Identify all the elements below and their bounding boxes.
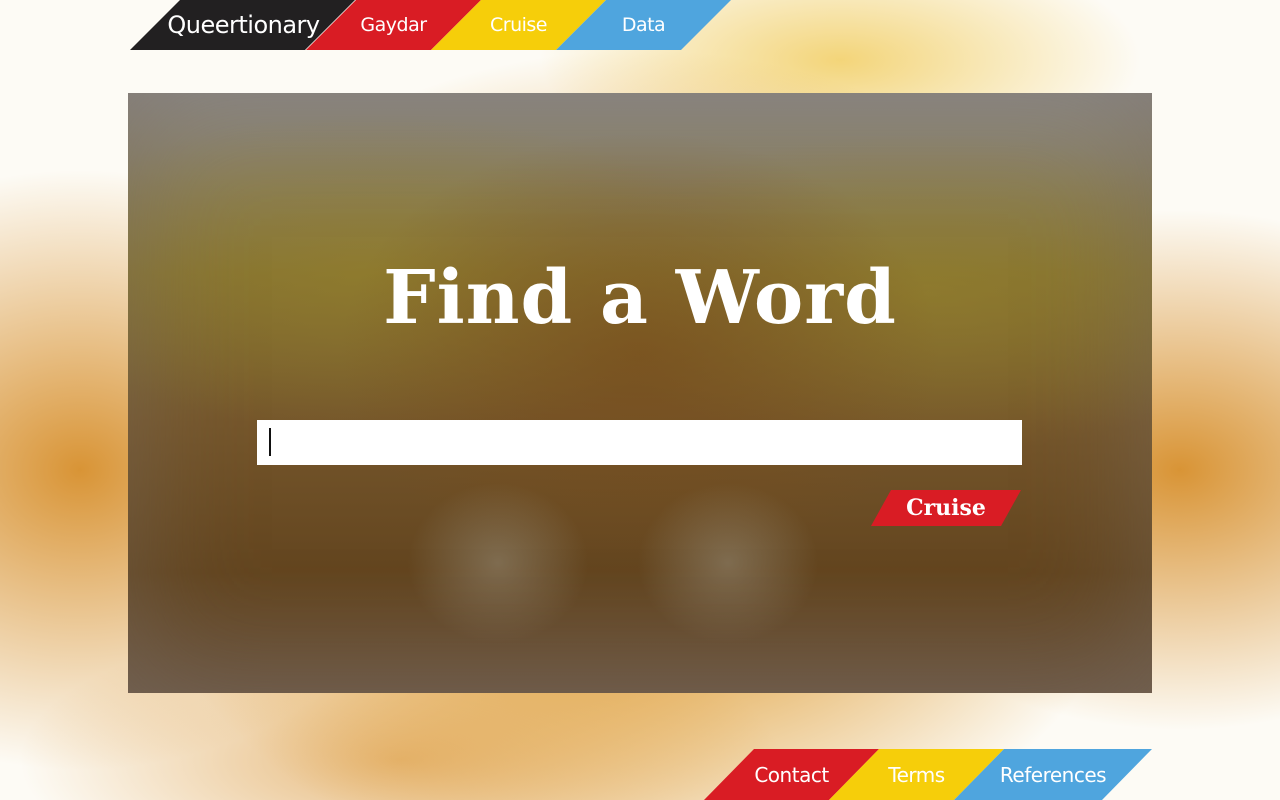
word-search-input[interactable] (257, 420, 1022, 465)
nav-item-label: Cruise (490, 14, 548, 36)
top-navigation: Queertionary Gaydar Cruise Data (128, 0, 738, 50)
brand-name: Queertionary (167, 11, 320, 39)
footer-link-label: Contact (754, 762, 829, 787)
footer-link-label: Terms (888, 762, 945, 787)
text-cursor (269, 428, 271, 456)
nav-item-label: Gaydar (360, 14, 427, 36)
footer-link-label: References (999, 762, 1107, 787)
footer-navigation: Contact Terms References (704, 749, 1152, 800)
page-title: Find a Word (383, 255, 897, 341)
nav-item-label: Data (621, 14, 666, 36)
hero-panel: Find a Word Cruise (128, 93, 1152, 693)
cruise-search-button[interactable]: Cruise (871, 490, 1021, 526)
